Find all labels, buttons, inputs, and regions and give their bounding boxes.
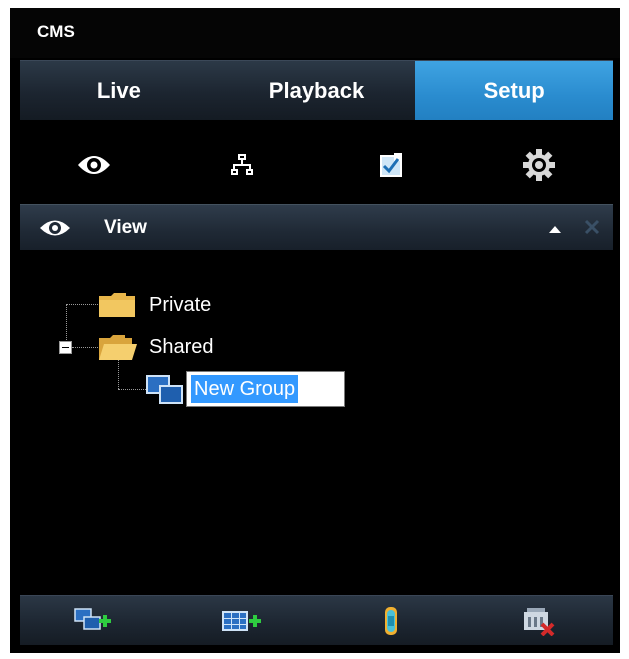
close-icon: [584, 219, 600, 235]
schedule-tool-button[interactable]: [317, 134, 465, 196]
camera-icon: [384, 606, 397, 635]
chevron-up-icon: [549, 226, 561, 233]
tab-setup[interactable]: Setup: [415, 61, 614, 120]
network-icon: [231, 154, 254, 175]
rename-selected-text: New Group: [191, 375, 299, 403]
tree-label: Shared: [149, 336, 214, 358]
tab-playback[interactable]: Playback: [218, 61, 416, 120]
eye-icon: [78, 156, 111, 174]
tree-connector: [66, 304, 67, 346]
close-button[interactable]: [582, 217, 602, 237]
tree-connector: [66, 304, 98, 305]
tree-connector: [118, 389, 146, 390]
camera-button[interactable]: [317, 596, 465, 645]
view-tree: Private Shared New Group: [10, 258, 620, 588]
view-tool-button[interactable]: [20, 134, 168, 196]
collapse-button[interactable]: [547, 222, 563, 236]
folder-closed-icon: [99, 293, 135, 317]
view-group-icon: [146, 375, 183, 404]
title-bar: CMS: [10, 8, 620, 58]
add-group-button[interactable]: [20, 596, 168, 645]
bottom-toolbar: [20, 595, 613, 645]
checklist-icon: [379, 153, 402, 177]
delete-button[interactable]: [465, 596, 613, 645]
tree-connector: [118, 358, 119, 389]
collapse-toggle[interactable]: [59, 341, 72, 354]
gear-icon: [522, 149, 555, 181]
eye-icon: [40, 220, 70, 236]
add-layout-button[interactable]: [168, 596, 316, 645]
add-group-icon: [74, 607, 112, 630]
delete-icon: [523, 607, 555, 636]
rename-input[interactable]: New Group: [186, 371, 345, 407]
folder-open-icon: [99, 335, 137, 360]
panel-title: View: [104, 217, 147, 238]
app-title: CMS: [37, 22, 75, 41]
main-tabs: Live Playback Setup: [20, 60, 614, 120]
tree-label: Private: [149, 294, 212, 316]
view-panel-header: View: [20, 204, 613, 250]
tree-connector: [72, 347, 98, 348]
tab-live[interactable]: Live: [20, 61, 218, 120]
device-tool-button[interactable]: [168, 134, 316, 196]
settings-tool-button[interactable]: [465, 134, 613, 196]
setup-toolbar: [20, 134, 613, 196]
add-layout-icon: [222, 610, 262, 631]
cms-window: CMS Live Playback Setup View Private Sha…: [10, 8, 620, 653]
